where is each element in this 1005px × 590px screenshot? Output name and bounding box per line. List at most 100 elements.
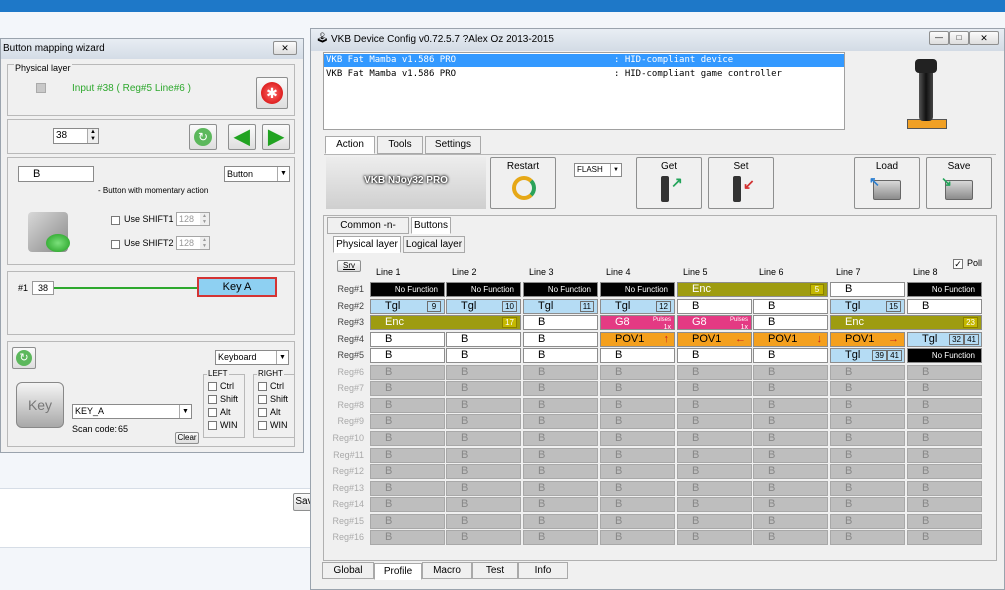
tab-tools[interactable]: Tools [377,136,423,154]
grid-cell-empty[interactable]: B [830,431,905,446]
grid-cell-empty[interactable]: B [753,398,828,413]
grid-cell-button[interactable]: B [830,282,905,297]
grid-cell-empty[interactable]: B [677,431,752,446]
tab-settings[interactable]: Settings [425,136,481,154]
grid-cell-g8[interactable]: G8 Pulses 1x [600,315,675,330]
right-shift-checkbox[interactable] [258,395,267,404]
grid-cell-empty[interactable]: B [753,464,828,479]
grid-cell-empty[interactable]: B [830,464,905,479]
grid-cell-toggle[interactable]: Tgl 32 41 [907,332,982,347]
grid-cell-empty[interactable]: B [907,530,982,545]
grid-cell-empty[interactable]: B [907,365,982,380]
subtab-buttons[interactable]: Buttons [411,217,451,234]
grid-cell-button[interactable]: B [753,299,828,314]
grid-cell-empty[interactable]: B [446,414,521,429]
grid-cell-button[interactable]: B [753,348,828,363]
grid-cell-no-function[interactable]: No Function [600,282,675,297]
left-ctrl-checkbox[interactable] [208,382,217,391]
flash-select[interactable]: FLASH ▼ [574,163,622,177]
bottom-tab-info[interactable]: Info [518,562,568,579]
grid-cell-empty[interactable]: B [677,481,752,496]
grid-cell-empty[interactable]: B [677,398,752,413]
grid-cell-empty[interactable]: B [446,497,521,512]
reset-input-button[interactable]: ✱ [256,77,288,109]
grid-cell-empty[interactable]: B [446,448,521,463]
clear-button[interactable]: Clear [175,432,199,444]
grid-cell-empty[interactable]: B [370,414,445,429]
grid-cell-empty[interactable]: B [446,481,521,496]
poll-checkbox[interactable]: ✓ [953,259,963,269]
key-select[interactable]: KEY_A ▼ [72,404,192,419]
right-ctrl-checkbox[interactable] [258,382,267,391]
grid-cell-empty[interactable]: B [370,365,445,380]
tab-action[interactable]: Action [325,136,375,154]
grid-cell-pov[interactable]: POV1 ← [677,332,752,347]
button-name-field[interactable]: B [18,166,94,182]
restart-button[interactable]: Restart [490,157,556,209]
grid-cell-empty[interactable]: B [907,381,982,396]
right-win-checkbox[interactable] [258,421,267,430]
grid-cell-encoder[interactable]: Enc 17 [370,315,521,330]
left-win-checkbox[interactable] [208,421,217,430]
grid-cell-button[interactable]: B [523,332,598,347]
grid-cell-button[interactable]: B [907,299,982,314]
grid-cell-empty[interactable]: B [600,481,675,496]
device-row-1[interactable]: VKB Fat Mamba v1.586 PRO : HID-compliant… [324,54,844,67]
grid-cell-empty[interactable]: B [446,431,521,446]
grid-cell-empty[interactable]: B [677,464,752,479]
grid-cell-empty[interactable]: B [907,398,982,413]
grid-cell-empty[interactable]: B [446,381,521,396]
grid-cell-empty[interactable]: B [830,414,905,429]
grid-cell-toggle[interactable]: Tgl 39 41 [830,348,905,363]
grid-cell-empty[interactable]: B [830,481,905,496]
grid-cell-encoder[interactable]: Enc 5 [677,282,828,297]
layer-tab-physical-layer[interactable]: Physical layer [333,236,401,253]
grid-cell-empty[interactable]: B [600,464,675,479]
grid-cell-button[interactable]: B [600,348,675,363]
grid-cell-toggle[interactable]: Tgl 9 [370,299,445,314]
grid-cell-empty[interactable]: B [523,514,598,529]
grid-cell-empty[interactable]: B [677,365,752,380]
grid-cell-empty[interactable]: B [677,414,752,429]
grid-cell-empty[interactable]: B [523,431,598,446]
maximize-button[interactable]: □ [949,31,969,45]
minimize-button[interactable]: — [929,31,949,45]
grid-cell-g8[interactable]: G8 Pulses 1x [677,315,752,330]
grid-cell-toggle[interactable]: Tgl 15 [830,299,905,314]
grid-cell-empty[interactable]: B [907,514,982,529]
grid-cell-button[interactable]: B [677,299,752,314]
device-row-2[interactable]: VKB Fat Mamba v1.586 PRO : HID-compliant… [324,68,844,81]
grid-cell-button[interactable]: B [523,315,598,330]
refresh-button[interactable]: ↻ [189,124,217,150]
load-button[interactable]: Load ↖ [854,157,920,209]
grid-cell-empty[interactable]: B [600,448,675,463]
grid-cell-empty[interactable]: B [600,381,675,396]
grid-cell-empty[interactable]: B [907,414,982,429]
grid-cell-empty[interactable]: B [523,365,598,380]
grid-cell-empty[interactable]: B [523,497,598,512]
grid-cell-empty[interactable]: B [830,530,905,545]
grid-cell-empty[interactable]: B [523,414,598,429]
button-type-select[interactable]: Button ▼ [224,166,290,182]
grid-cell-empty[interactable]: B [677,530,752,545]
grid-cell-empty[interactable]: B [753,530,828,545]
grid-cell-empty[interactable]: B [600,414,675,429]
grid-cell-empty[interactable]: B [523,481,598,496]
grid-cell-button[interactable]: B [753,315,828,330]
grid-cell-pov[interactable]: POV1 → [830,332,905,347]
grid-cell-empty[interactable]: B [523,530,598,545]
grid-cell-empty[interactable]: B [907,497,982,512]
spinner-arrows-icon[interactable]: ▲ ▼ [200,213,209,225]
set-button[interactable]: Set ↙ [708,157,774,209]
grid-cell-empty[interactable]: B [446,514,521,529]
grid-cell-no-function[interactable]: No Function [907,282,982,297]
spinner-arrows-icon[interactable]: ▲ ▼ [200,237,209,249]
bottom-tab-macro[interactable]: Macro [422,562,472,579]
grid-cell-empty[interactable]: B [370,530,445,545]
grid-cell-empty[interactable]: B [370,497,445,512]
grid-cell-empty[interactable]: B [600,431,675,446]
grid-cell-empty[interactable]: B [830,514,905,529]
grid-cell-empty[interactable]: B [677,497,752,512]
grid-cell-empty[interactable]: B [370,514,445,529]
grid-cell-empty[interactable]: B [753,481,828,496]
